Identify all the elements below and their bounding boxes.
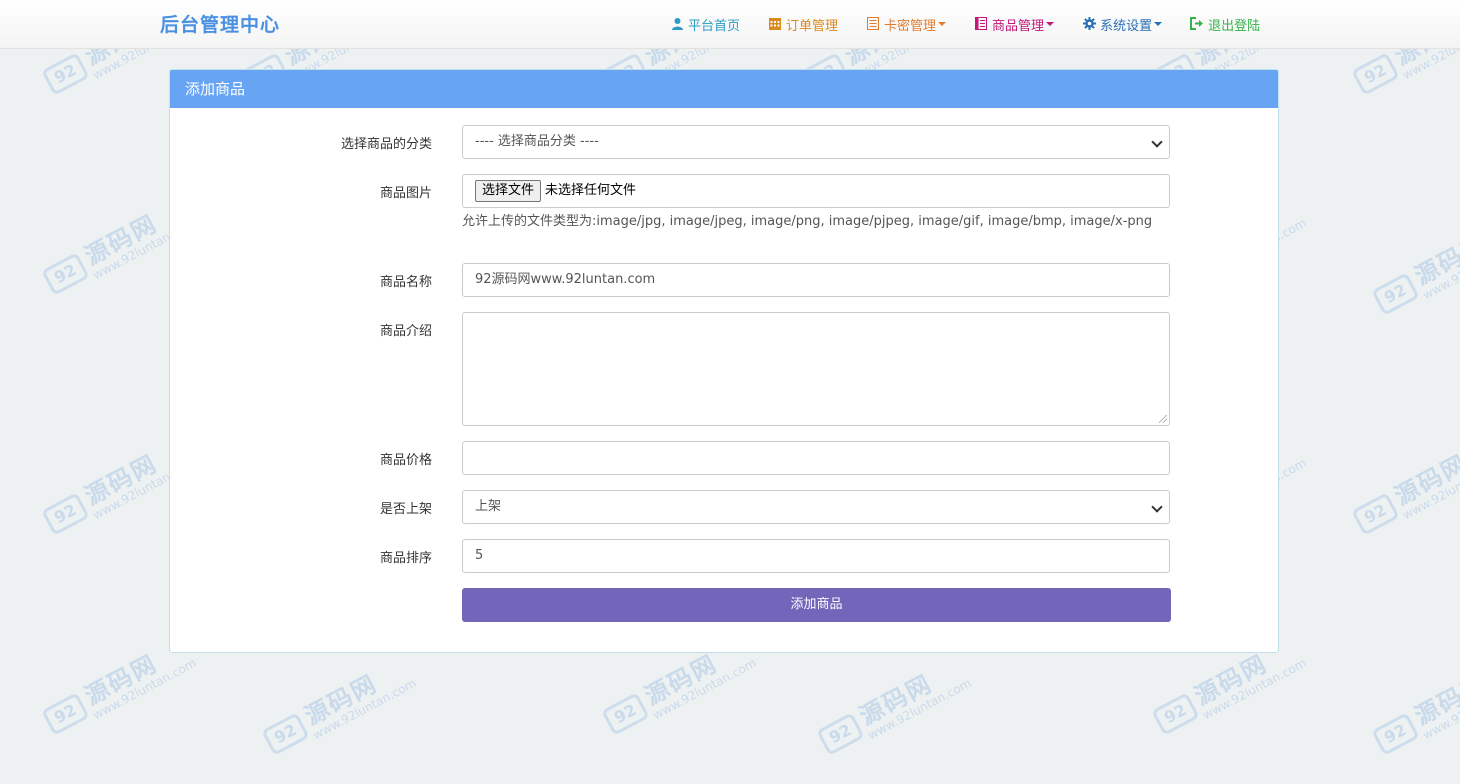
category-select[interactable]: ---- 选择商品分类 ---- xyxy=(462,125,1170,159)
book-icon xyxy=(974,17,988,31)
sort-input[interactable]: 5 xyxy=(462,539,1170,573)
list-icon xyxy=(866,17,880,31)
nav-item-products[interactable]: 商品管理 xyxy=(974,15,1055,34)
nav-item-orders[interactable]: 订单管理 xyxy=(768,15,838,34)
chevron-down-icon xyxy=(1154,22,1163,26)
listed-select-value: 上架 xyxy=(475,499,502,514)
nav-item-label: 平台首页 xyxy=(688,18,741,34)
user-icon xyxy=(670,17,684,31)
image-help-text: 允许上传的文件类型为:image/jpg, image/jpeg, image/… xyxy=(462,214,1153,229)
nav-item-label: 卡密管理 xyxy=(884,18,937,34)
sort-label: 商品排序 xyxy=(379,551,432,566)
intro-textarea[interactable] xyxy=(462,312,1170,426)
intro-label: 商品介绍 xyxy=(379,324,432,339)
nav-item-label: 商品管理 xyxy=(992,18,1045,34)
category-label: 选择商品的分类 xyxy=(340,137,432,152)
price-label: 商品价格 xyxy=(379,453,432,468)
watermark: 92源码网www.92luntan.com xyxy=(810,648,974,771)
nav-item-settings[interactable]: 系统设置 xyxy=(1082,15,1163,34)
brand-title[interactable]: 后台管理中心 xyxy=(160,10,280,37)
nav-item-label: 系统设置 xyxy=(1100,18,1153,34)
nav-item-home[interactable]: 平台首页 xyxy=(670,15,740,34)
watermark: 92源码网www.92luntan.com xyxy=(1365,648,1460,771)
chevron-down-icon xyxy=(938,22,947,26)
panel-title: 添加商品 xyxy=(170,70,1278,108)
chevron-down-icon xyxy=(1151,501,1163,513)
listed-label: 是否上架 xyxy=(379,502,432,517)
price-input[interactable] xyxy=(462,441,1170,475)
add-product-button[interactable]: 添加商品 xyxy=(462,588,1171,622)
top-navbar: 后台管理中心 平台首页 订单管理 卡密管理 商品管理 系统设置 退出登陆 xyxy=(0,0,1460,49)
name-input[interactable]: 92源码网www.92luntan.com xyxy=(462,263,1170,297)
chevron-down-icon xyxy=(1046,22,1055,26)
category-select-value: ---- 选择商品分类 ---- xyxy=(475,134,599,149)
chevron-down-icon xyxy=(1151,136,1163,148)
listed-select[interactable]: 上架 xyxy=(462,490,1170,524)
gear-icon xyxy=(1082,17,1096,31)
choose-file-button[interactable]: 选择文件 xyxy=(475,180,542,202)
nav-item-label: 退出登陆 xyxy=(1208,18,1261,34)
resize-handle-icon[interactable] xyxy=(1159,415,1167,423)
nav-menu: 平台首页 订单管理 卡密管理 商品管理 系统设置 退出登陆 xyxy=(670,0,1288,48)
nav-item-label: 订单管理 xyxy=(786,18,839,34)
image-file-input[interactable]: 选择文件 未选择任何文件 xyxy=(462,174,1170,208)
logout-icon xyxy=(1190,17,1204,31)
nav-item-cards[interactable]: 卡密管理 xyxy=(866,15,947,34)
name-label: 商品名称 xyxy=(379,275,432,290)
calendar-icon xyxy=(768,17,782,31)
watermark: 92源码网www.92luntan.com xyxy=(255,648,419,771)
file-status-text: 未选择任何文件 xyxy=(545,183,637,198)
nav-item-logout[interactable]: 退出登陆 xyxy=(1190,15,1260,34)
add-product-panel: 添加商品 选择商品的分类 ---- 选择商品分类 ---- 商品图片 选择文件未… xyxy=(169,69,1279,653)
watermark: 92源码网www.92luntan.com xyxy=(1345,428,1460,551)
watermark: 92源码网www.92luntan.com xyxy=(1365,208,1460,331)
image-label: 商品图片 xyxy=(379,186,432,201)
